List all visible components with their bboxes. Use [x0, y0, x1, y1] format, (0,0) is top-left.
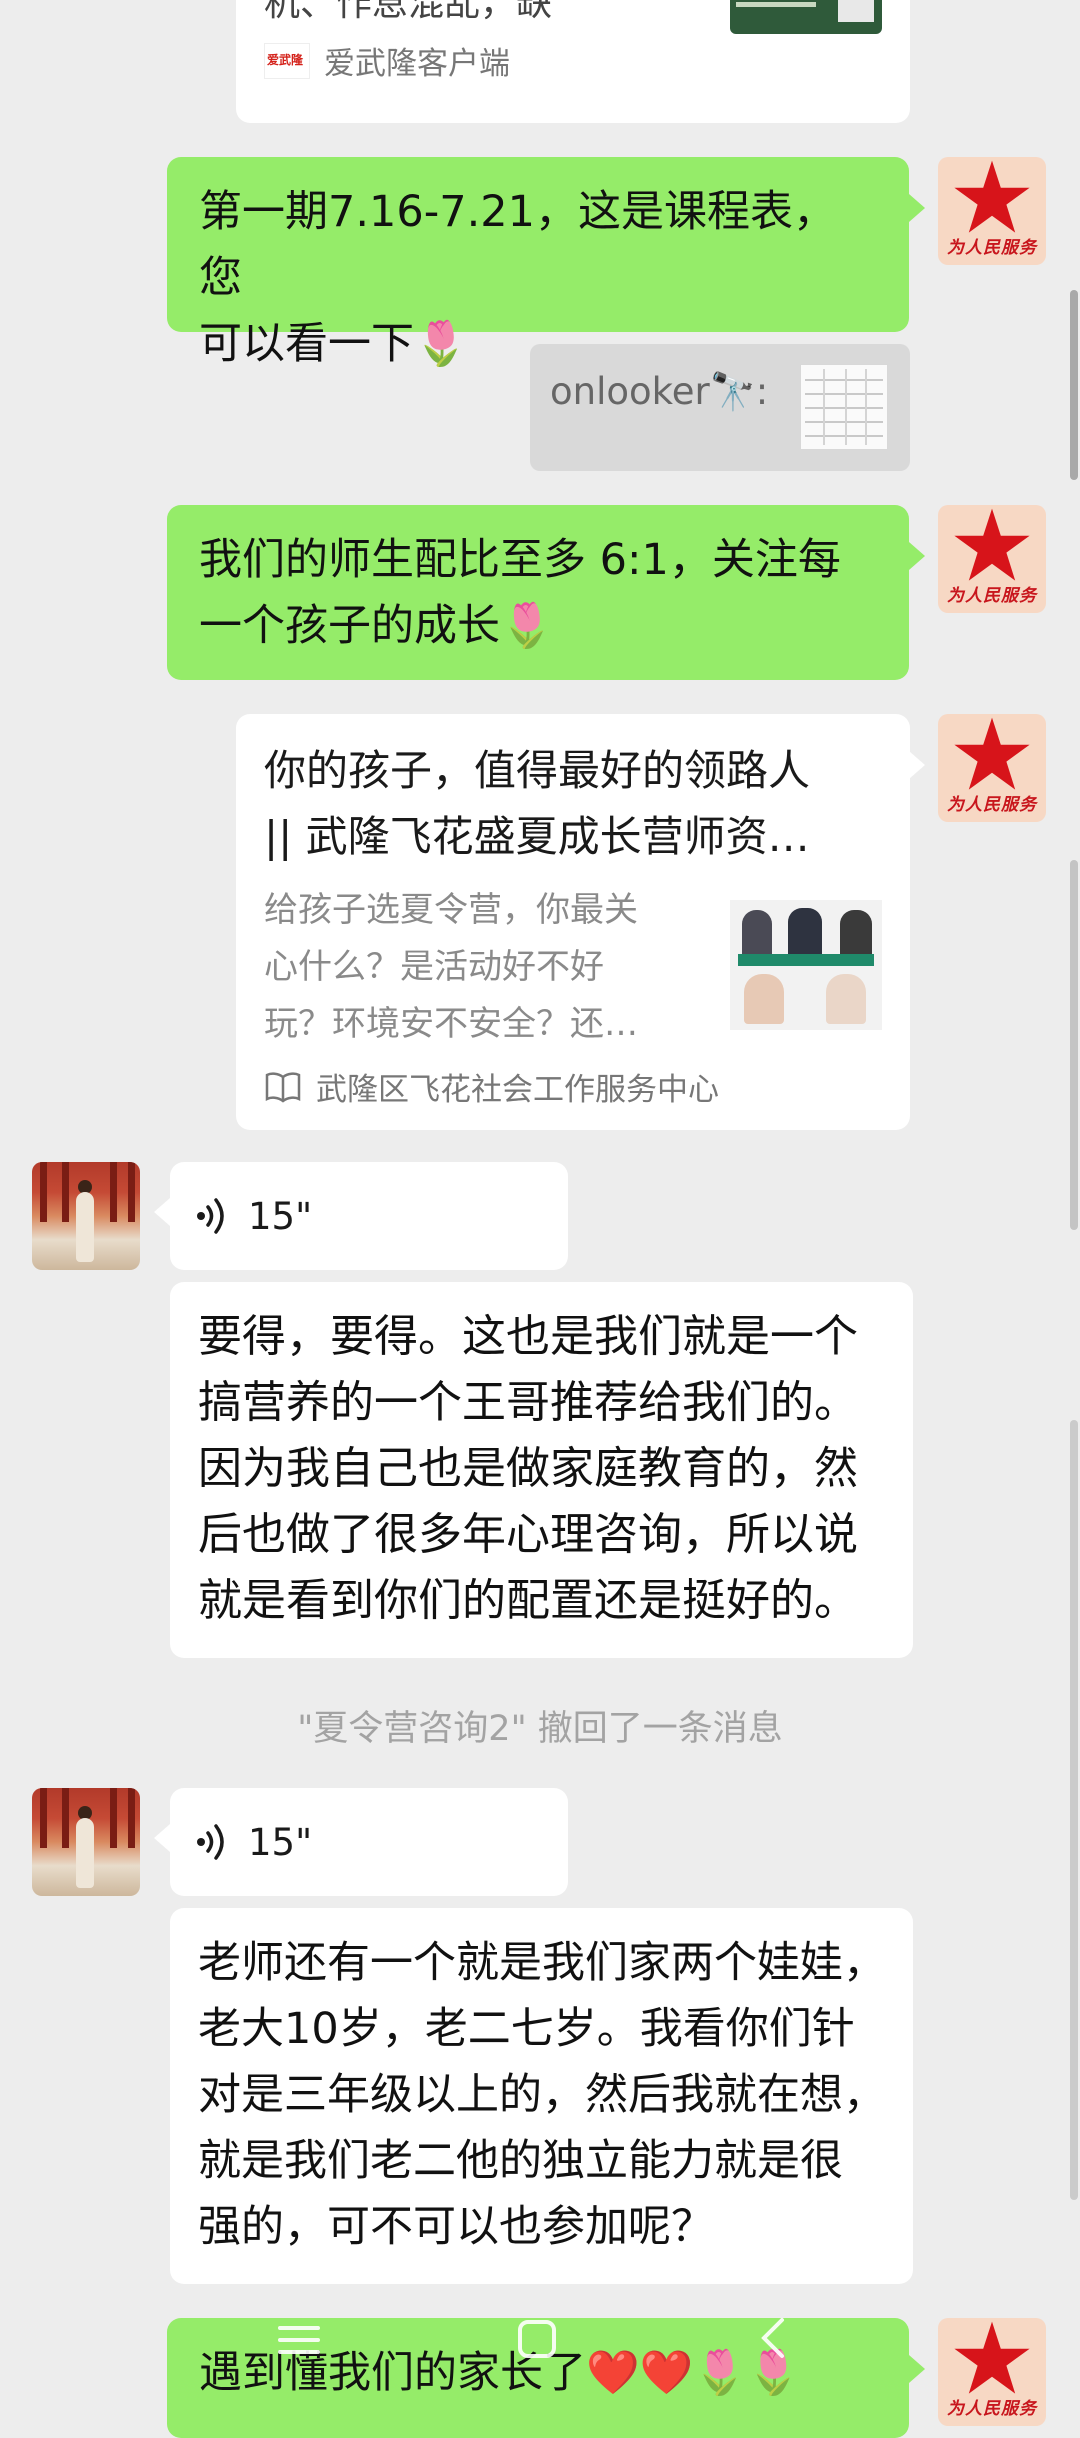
bubble-tail [909, 194, 925, 222]
voice-duration: 15" [248, 1194, 313, 1238]
bubble-tail [909, 542, 925, 570]
contact-avatar[interactable] [32, 1788, 140, 1896]
article-card[interactable]: 你的孩子，值得最好的领路人 || 武隆飞花盛夏成长营师资… 给孩子选夏令营，你最… [236, 714, 910, 1130]
message-line: 搞营养的一个王哥推荐给我们的。 [198, 1377, 858, 1428]
red-star-icon [954, 717, 1030, 790]
message-line: 因为我自己也是做家庭教育的，然 [198, 1443, 858, 1494]
message-line: 就是看到你们的配置还是挺好的。 [198, 1575, 858, 1626]
back-icon[interactable] [756, 2316, 790, 2360]
article-title-line: || 武隆飞花盛夏成长营师资… [264, 812, 810, 861]
voice-message[interactable]: 15" [170, 1788, 568, 1896]
scrollbar-thumb[interactable] [1070, 1420, 1078, 2200]
source-logo-icon: 爱武隆 [264, 42, 310, 79]
message-line: 老师还有一个就是我们家两个娃娃， [198, 1938, 886, 1988]
system-nav-bar [0, 2310, 1080, 2370]
my-avatar[interactable]: 为人民服务 [938, 505, 1046, 613]
scrollbar-thumb[interactable] [1070, 860, 1078, 1230]
message-line: 老大10岁，老二七岁。我看你们针 [198, 2004, 855, 2054]
bubble-tail [154, 1824, 170, 1852]
message-line: 一个孩子的成长🌷 [199, 601, 554, 651]
menu-icon[interactable] [276, 2322, 322, 2358]
bubble-tail [154, 1198, 170, 1226]
message-line: 要得，要得。这也是我们就是一个 [198, 1311, 858, 1362]
quoted-image-thumbnail[interactable] [800, 364, 888, 450]
article-desc-line: 给孩子选夏令营，你最关 [264, 890, 638, 930]
contact-avatar[interactable] [32, 1162, 140, 1270]
voice-message[interactable]: 15" [170, 1162, 568, 1270]
article-card-top[interactable]: 机、作息混乱，缺 爱武隆 爱武隆客户端 [236, 0, 910, 123]
scrollbar-thumb[interactable] [1070, 290, 1078, 480]
message-line: 对是三年级以上的，然后我就在想， [198, 2070, 886, 2120]
quoted-sender: onlooker🔭: [550, 370, 769, 413]
message-line: 后也做了很多年心理咨询，所以说 [198, 1509, 858, 1560]
tulip-emoji: 🌷 [500, 601, 554, 651]
message-line: 强的，可不可以也参加呢？ [198, 2202, 714, 2252]
tulip-emoji: 🌷 [414, 319, 468, 369]
recall-notice: "夏令营咨询2" 撤回了一条消息 [297, 1709, 783, 1749]
voice-wave-icon [197, 1824, 224, 1860]
bubble-tail [909, 751, 925, 779]
voice-wave-icon [197, 1198, 224, 1234]
article-desc-line: 玩？环境安不安全？还… [264, 1004, 638, 1044]
message-line: 就是我们老二他的独立能力就是很 [198, 2136, 843, 2186]
message-line: 第一期7.16-7.21，这是课程表，您 [199, 187, 837, 303]
my-avatar[interactable]: 为人民服务 [938, 157, 1046, 265]
message-line: 我们的师生配比至多 6:1，关注每 [199, 535, 841, 585]
voice-duration: 15" [248, 1820, 313, 1864]
my-avatar[interactable]: 为人民服务 [938, 714, 1046, 822]
article-title-line: 你的孩子，值得最好的领路人 [264, 746, 811, 795]
quoted-message[interactable]: onlooker🔭: [530, 344, 910, 471]
red-star-icon [954, 508, 1030, 581]
article-desc-line: 心什么？是活动好不好 [264, 947, 604, 987]
home-icon[interactable] [516, 2318, 558, 2360]
book-icon [265, 1071, 301, 1103]
outgoing-message[interactable]: 我们的师生配比至多 6:1，关注每 一个孩子的成长🌷 [167, 505, 909, 680]
red-star-icon [954, 160, 1030, 233]
article-source: 爱武隆 爱武隆客户端 [264, 38, 510, 83]
incoming-message[interactable]: 老师还有一个就是我们家两个娃娃， 老大10岁，老二七岁。我看你们针 对是三年级以… [170, 1908, 913, 2284]
article-source: 武隆区飞花社会工作服务中心 [264, 1064, 719, 1109]
article-thumbnail [730, 0, 882, 34]
article-title: 机、作息混乱，缺 [264, 0, 553, 24]
article-thumbnail [730, 900, 882, 1030]
outgoing-message[interactable]: 第一期7.16-7.21，这是课程表，您 可以看一下🌷 [167, 157, 909, 369]
incoming-message[interactable]: 要得，要得。这也是我们就是一个 搞营养的一个王哥推荐给我们的。 因为我自己也是做… [170, 1282, 913, 1658]
